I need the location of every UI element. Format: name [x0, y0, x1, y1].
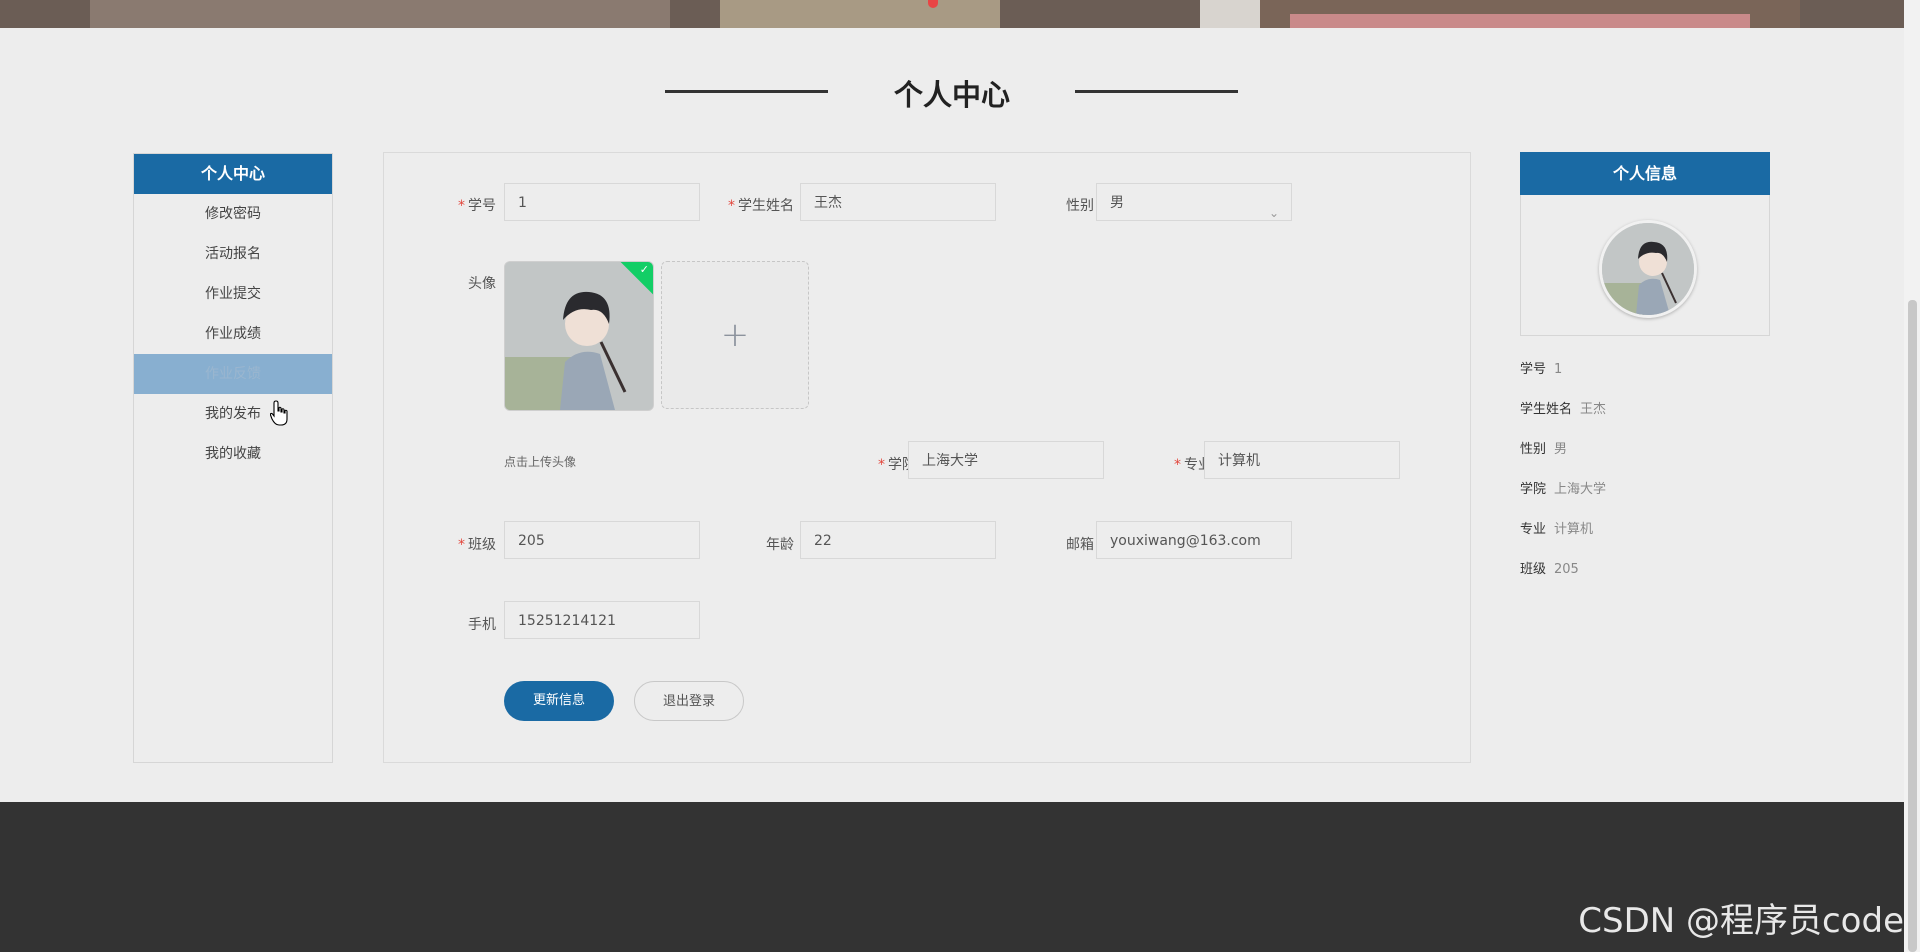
sidebar-item-homework-grades[interactable]: 作业成绩 — [134, 314, 332, 354]
title-right-line — [1075, 90, 1238, 93]
phone-label: 手机 — [468, 617, 496, 633]
email-input[interactable]: youxiwang@163.com — [1096, 521, 1292, 559]
class-input[interactable]: 205 — [504, 521, 700, 559]
profile-form: * 学号 1 * 学生姓名 王杰 性别 男 ⌄ 头像 ✓ + 点击上传头像 * 学院 … — [383, 152, 1471, 763]
check-icon: ✓ — [639, 263, 649, 276]
student-id-input[interactable]: 1 — [504, 183, 700, 221]
gender-label: 性别 — [1066, 198, 1094, 214]
college-input[interactable]: 上海大学 — [908, 441, 1104, 479]
email-label: 邮箱 — [1066, 537, 1094, 553]
sidebar: 个人中心 修改密码 活动报名 作业提交 作业成绩 作业反馈 我的发布 我的收藏 — [133, 153, 333, 763]
profile-avatar — [1599, 220, 1697, 318]
watermark: CSDN @程序员code — [1578, 901, 1904, 941]
info-panel-title: 个人信息 — [1520, 152, 1770, 195]
info-row-student-id: 学号 1 — [1520, 362, 1563, 377]
info-row-gender: 性别男 — [1520, 442, 1568, 457]
avatar-illustration — [505, 262, 653, 410]
section-title: 个人中心 — [893, 78, 1010, 112]
info-row-college: 学院 上海大学 — [1520, 482, 1607, 497]
class-label: * 班级 — [458, 537, 496, 553]
scrollbar-thumb[interactable] — [1908, 300, 1917, 952]
student-name-label: * 学生姓名 — [728, 198, 794, 214]
chevron-down-icon: ⌄ — [1268, 206, 1279, 220]
phone-input[interactable]: 15251214121 — [504, 601, 700, 639]
sidebar-item-activity-signup[interactable]: 活动报名 — [134, 234, 332, 274]
gender-select-value: 男 — [1110, 195, 1124, 211]
info-row-major: 专业 计算机 — [1520, 522, 1594, 537]
major-label: * 专业 — [1174, 457, 1212, 473]
student-id-label: * 学号 — [458, 198, 496, 214]
major-input[interactable]: 计算机 — [1204, 441, 1400, 479]
student-name-input[interactable]: 王杰 — [800, 183, 996, 221]
hand-cursor-icon — [270, 400, 288, 426]
gender-select[interactable]: 男 ⌄ — [1096, 183, 1292, 221]
sidebar-title: 个人中心 — [134, 154, 332, 194]
avatar-upload-button[interactable]: + — [661, 261, 809, 409]
avatar-image[interactable]: ✓ — [504, 261, 654, 411]
info-row-student-name: 学生姓名 王杰 — [1520, 402, 1607, 417]
age-input[interactable]: 22 — [800, 521, 996, 559]
page-scrollbar[interactable] — [1904, 0, 1920, 952]
top-banner-image — [0, 0, 1904, 28]
sidebar-item-my-posts[interactable]: 我的发布 — [134, 394, 332, 434]
personal-info-panel: 个人信息 学号 1 学生姓名 王杰 性别男 学院 上海大学 专业 计算机 班级 205 — [1520, 152, 1770, 577]
plus-icon: + — [720, 315, 750, 355]
sidebar-item-homework-submit[interactable]: 作业提交 — [134, 274, 332, 314]
info-row-class: 班级 205 — [1520, 562, 1579, 577]
avatar-upload-hint: 点击上传头像 — [504, 455, 577, 469]
logout-button[interactable]: 退出登录 — [634, 681, 744, 721]
college-label: * 学院 — [878, 457, 916, 473]
age-label: 年龄 — [766, 537, 794, 553]
sidebar-item-my-favorites[interactable]: 我的收藏 — [134, 434, 332, 474]
info-photo-frame — [1520, 195, 1770, 336]
sidebar-item-change-password[interactable]: 修改密码 — [134, 194, 332, 234]
sidebar-item-homework-feedback[interactable]: 作业反馈 — [134, 354, 332, 394]
update-info-button[interactable]: 更新信息 — [504, 681, 614, 721]
avatar-label: 头像 — [468, 276, 496, 292]
